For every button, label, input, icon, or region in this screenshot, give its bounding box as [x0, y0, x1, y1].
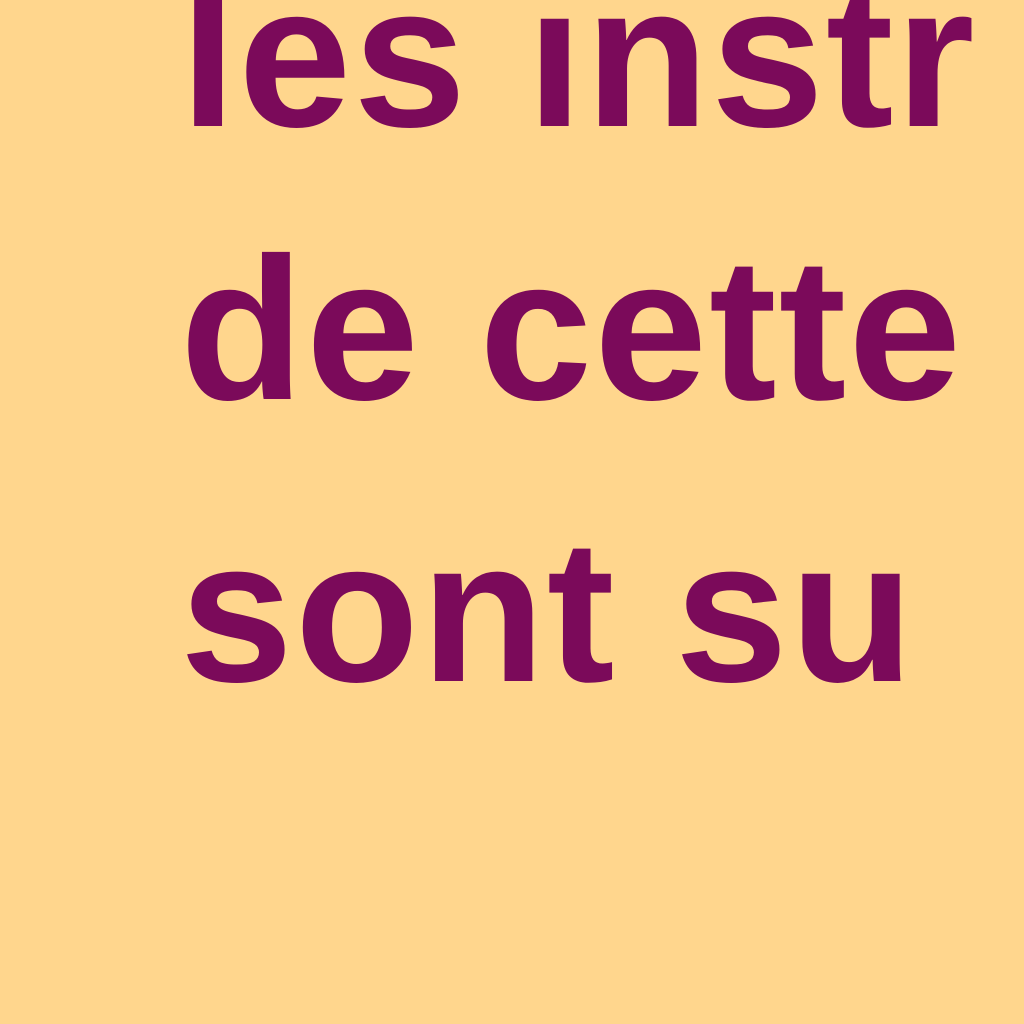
text-line-3: sont su: [180, 498, 916, 725]
zoomed-text-view: les instr de cette sont su: [0, 0, 1024, 1024]
text-line-2: de cette: [180, 216, 964, 443]
text-line-1: les instr: [180, 0, 977, 170]
